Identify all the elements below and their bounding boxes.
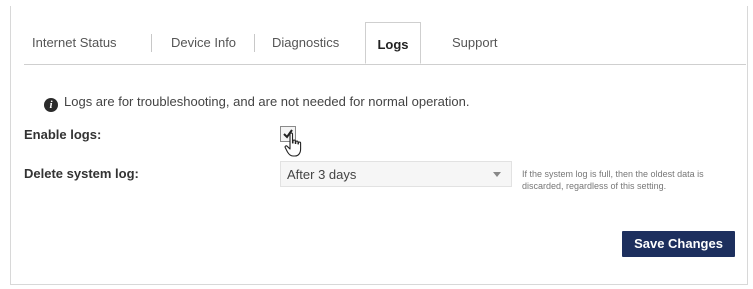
info-message: i Logs are for troubleshooting, and are n… (44, 94, 469, 112)
delete-log-hint: If the system log is full, then the olde… (522, 169, 704, 191)
tab-support[interactable]: Support (452, 30, 498, 56)
info-icon: i (44, 98, 58, 112)
tab-diagnostics[interactable]: Diagnostics (272, 30, 339, 56)
hand-pointer-icon (284, 132, 302, 157)
tab-divider (151, 34, 152, 52)
delete-system-log-select[interactable]: After 3 days (280, 161, 512, 187)
chevron-down-icon (493, 172, 501, 177)
tab-bar: Internet Status Device Info Diagnostics … (24, 22, 746, 65)
tab-divider (254, 34, 255, 52)
enable-logs-label: Enable logs: (24, 127, 102, 142)
save-changes-button[interactable]: Save Changes (622, 231, 735, 257)
delete-system-log-label: Delete system log: (24, 166, 139, 181)
tab-internet-status[interactable]: Internet Status (32, 30, 117, 56)
delete-system-log-value: After 3 days (287, 167, 357, 182)
tab-logs[interactable]: Logs (365, 22, 421, 64)
info-text: Logs are for troubleshooting, and are no… (64, 94, 470, 109)
tab-device-info[interactable]: Device Info (171, 30, 236, 56)
